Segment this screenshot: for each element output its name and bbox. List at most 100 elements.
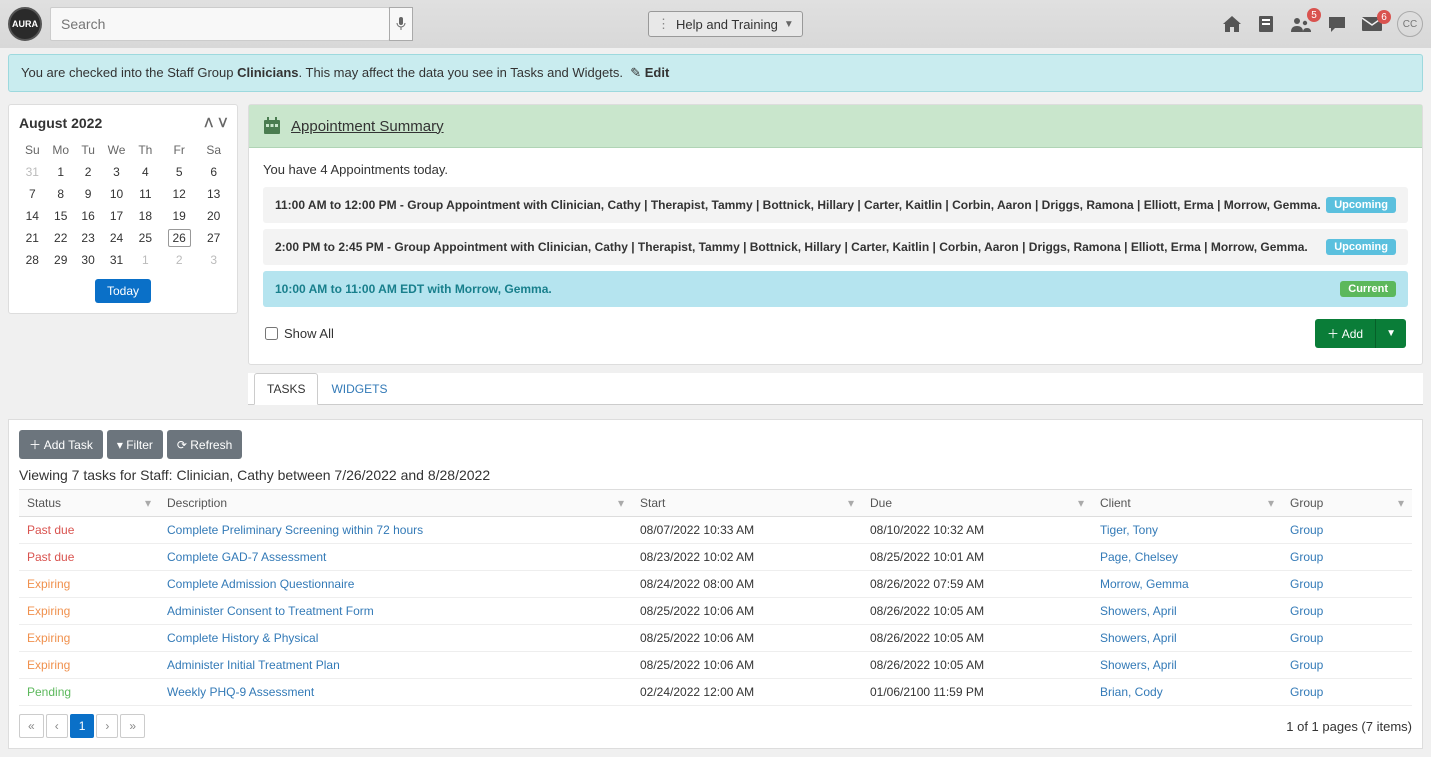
calendar-day[interactable]: 30 bbox=[76, 249, 101, 271]
filter-icon[interactable]: ▾ bbox=[1268, 496, 1274, 510]
filter-icon[interactable]: ▾ bbox=[618, 496, 624, 510]
task-link[interactable]: Group bbox=[1290, 685, 1323, 699]
people-icon[interactable]: 5 bbox=[1289, 14, 1313, 34]
calendar-day[interactable]: 20 bbox=[200, 205, 227, 227]
calendar-day[interactable]: 1 bbox=[133, 249, 158, 271]
task-link[interactable]: Group bbox=[1290, 523, 1323, 537]
task-link[interactable]: Morrow, Gemma bbox=[1100, 577, 1189, 591]
calendar-day[interactable]: 25 bbox=[133, 227, 158, 249]
logo: AURA bbox=[8, 7, 42, 41]
task-link[interactable]: Administer Initial Treatment Plan bbox=[167, 658, 340, 672]
calendar-day[interactable]: 13 bbox=[200, 183, 227, 205]
calendar-day[interactable]: 8 bbox=[46, 183, 76, 205]
mic-button[interactable] bbox=[389, 7, 413, 41]
calendar-day[interactable]: 26 bbox=[158, 227, 200, 249]
calendar-day[interactable]: 31 bbox=[19, 161, 46, 183]
task-link[interactable]: Complete GAD-7 Assessment bbox=[167, 550, 326, 564]
appointment-row[interactable]: 10:00 AM to 11:00 AM EDT with Morrow, Ge… bbox=[263, 271, 1408, 307]
calendar-day[interactable]: 2 bbox=[76, 161, 101, 183]
task-link[interactable]: Tiger, Tony bbox=[1100, 523, 1158, 537]
calendar-day[interactable]: 4 bbox=[133, 161, 158, 183]
calendar-day[interactable]: 16 bbox=[76, 205, 101, 227]
calendar-day[interactable]: 31 bbox=[100, 249, 132, 271]
pager-page[interactable]: 1 bbox=[70, 714, 95, 738]
appointment-row[interactable]: 11:00 AM to 12:00 PM - Group Appointment… bbox=[263, 187, 1408, 223]
show-all-checkbox[interactable]: Show All bbox=[265, 326, 334, 341]
calendar-day[interactable]: 18 bbox=[133, 205, 158, 227]
status-badge: Upcoming bbox=[1326, 239, 1396, 255]
pager-next[interactable]: › bbox=[96, 714, 118, 738]
calendar-day[interactable]: 3 bbox=[200, 249, 227, 271]
calendar-day[interactable]: 5 bbox=[158, 161, 200, 183]
filter-icon[interactable]: ▾ bbox=[848, 496, 854, 510]
calendar-day[interactable]: 27 bbox=[200, 227, 227, 249]
task-link[interactable]: Group bbox=[1290, 577, 1323, 591]
filter-icon[interactable]: ▾ bbox=[1078, 496, 1084, 510]
envelope-icon[interactable]: 6 bbox=[1361, 16, 1383, 32]
calendar-day[interactable]: 21 bbox=[19, 227, 46, 249]
task-link[interactable]: Group bbox=[1290, 658, 1323, 672]
contact-icon[interactable] bbox=[1257, 14, 1275, 34]
table-row: ExpiringAdminister Consent to Treatment … bbox=[19, 598, 1412, 625]
filter-icon[interactable]: ▾ bbox=[1398, 496, 1404, 510]
task-link[interactable]: Complete Admission Questionnaire bbox=[167, 577, 354, 591]
calendar-day[interactable]: 9 bbox=[76, 183, 101, 205]
calendar-day[interactable]: 1 bbox=[46, 161, 76, 183]
tab-tasks[interactable]: TASKS bbox=[254, 373, 318, 405]
add-task-button[interactable]: ＋ Add Task bbox=[19, 430, 103, 459]
filter-button[interactable]: ▾ Filter bbox=[107, 430, 163, 459]
calendar-day[interactable]: 22 bbox=[46, 227, 76, 249]
task-link[interactable]: Showers, April bbox=[1100, 604, 1177, 618]
task-link[interactable]: Group bbox=[1290, 604, 1323, 618]
pager-prev[interactable]: ‹ bbox=[46, 714, 68, 738]
calendar-next[interactable]: ᐯ bbox=[219, 116, 227, 130]
tab-widgets[interactable]: WIDGETS bbox=[318, 373, 400, 404]
calendar-day[interactable]: 7 bbox=[19, 183, 46, 205]
people-badge: 5 bbox=[1307, 8, 1321, 22]
calendar-day[interactable]: 2 bbox=[158, 249, 200, 271]
search-input[interactable] bbox=[50, 7, 390, 41]
appointment-row[interactable]: 2:00 PM to 2:45 PM - Group Appointment w… bbox=[263, 229, 1408, 265]
task-link[interactable]: Administer Consent to Treatment Form bbox=[167, 604, 374, 618]
pager-first[interactable]: « bbox=[19, 714, 44, 738]
refresh-button[interactable]: ⟳ Refresh bbox=[167, 430, 242, 459]
task-link[interactable]: Showers, April bbox=[1100, 658, 1177, 672]
calendar-day[interactable]: 19 bbox=[158, 205, 200, 227]
help-dropdown[interactable]: ⋮ Help and Training ▼ bbox=[648, 11, 803, 37]
calendar-day[interactable]: 6 bbox=[200, 161, 227, 183]
envelope-badge: 6 bbox=[1377, 10, 1391, 24]
appointment-count: You have 4 Appointments today. bbox=[263, 162, 1408, 177]
edit-link[interactable]: ✎ Edit bbox=[630, 65, 669, 80]
calendar-day[interactable]: 23 bbox=[76, 227, 101, 249]
avatar[interactable]: CC bbox=[1397, 11, 1423, 37]
task-link[interactable]: Weekly PHQ-9 Assessment bbox=[167, 685, 314, 699]
pager-info: 1 of 1 pages (7 items) bbox=[1286, 719, 1412, 734]
calendar-day[interactable]: 15 bbox=[46, 205, 76, 227]
calendar-prev[interactable]: ᐱ bbox=[205, 116, 213, 130]
filter-icon[interactable]: ▾ bbox=[145, 496, 151, 510]
task-link[interactable]: Showers, April bbox=[1100, 631, 1177, 645]
info-banner: You are checked into the Staff Group Cli… bbox=[8, 54, 1423, 92]
pager-last[interactable]: » bbox=[120, 714, 145, 738]
add-button-caret[interactable]: ▼ bbox=[1375, 319, 1406, 348]
calendar-day[interactable]: 12 bbox=[158, 183, 200, 205]
calendar-day[interactable]: 24 bbox=[100, 227, 132, 249]
calendar-day[interactable]: 17 bbox=[100, 205, 132, 227]
task-link[interactable]: Group bbox=[1290, 550, 1323, 564]
calendar-day[interactable]: 11 bbox=[133, 183, 158, 205]
calendar-day[interactable]: 10 bbox=[100, 183, 132, 205]
task-link[interactable]: Brian, Cody bbox=[1100, 685, 1163, 699]
calendar-day[interactable]: 29 bbox=[46, 249, 76, 271]
task-link[interactable]: Page, Chelsey bbox=[1100, 550, 1178, 564]
today-button[interactable]: Today bbox=[95, 279, 151, 303]
calendar-day[interactable]: 14 bbox=[19, 205, 46, 227]
task-link[interactable]: Complete History & Physical bbox=[167, 631, 318, 645]
home-icon[interactable] bbox=[1221, 14, 1243, 34]
calendar-day[interactable]: 3 bbox=[100, 161, 132, 183]
task-link[interactable]: Complete Preliminary Screening within 72… bbox=[167, 523, 423, 537]
chat-icon[interactable] bbox=[1327, 14, 1347, 34]
calendar-day[interactable]: 28 bbox=[19, 249, 46, 271]
task-link[interactable]: Group bbox=[1290, 631, 1323, 645]
help-dropdown-label: Help and Training bbox=[676, 17, 778, 32]
add-button[interactable]: ＋ Add bbox=[1315, 319, 1375, 348]
